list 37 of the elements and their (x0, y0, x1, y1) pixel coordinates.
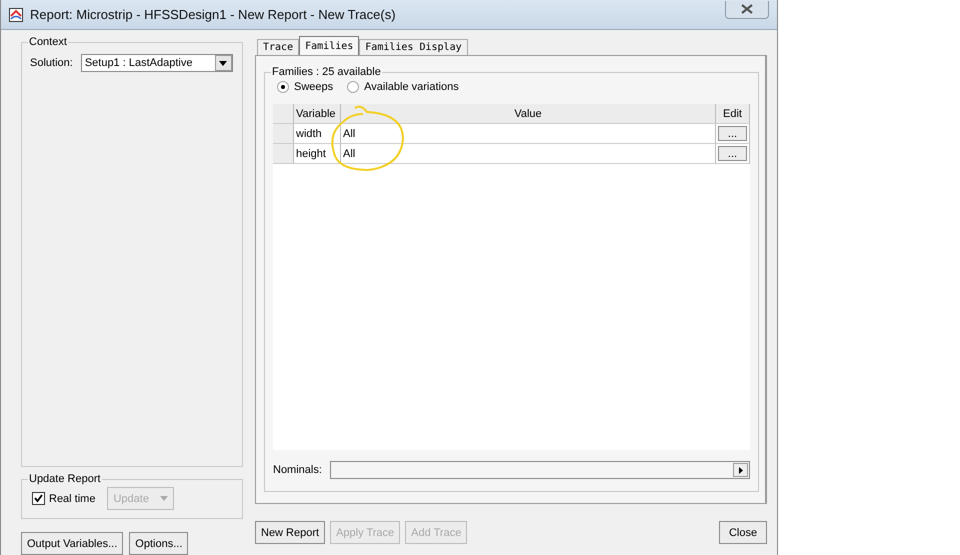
edit-button[interactable]: ... (718, 146, 747, 161)
dialog-button[interactable]: New Report (255, 521, 326, 544)
field-label: Nominals: (273, 464, 322, 476)
caret-icon (160, 496, 168, 501)
radio-button[interactable] (347, 81, 360, 93)
dropdown-arrow-icon (219, 60, 228, 66)
dialog-button[interactable]: Output Variables... (21, 532, 124, 555)
nominals-field[interactable] (330, 461, 750, 479)
app-icon (9, 8, 23, 22)
dialog-button[interactable]: Options... (129, 532, 188, 555)
row-header (273, 104, 294, 124)
solution-dropdown[interactable]: Setup1 : LastAdaptive (80, 54, 233, 72)
group-label: Families : 25 available (271, 66, 382, 78)
real-time-checkbox[interactable] (32, 492, 45, 505)
tab[interactable]: Families Display (359, 39, 468, 55)
table-cell: All (341, 144, 716, 164)
tab[interactable]: Trace (257, 39, 300, 55)
window-title: Report: Microstrip - HFSSDesign1 - New Report - New Trace(s) (30, 7, 397, 22)
checkbox-label: Real time (49, 492, 96, 504)
table-cell: All (341, 124, 716, 144)
right-arrow-icon (738, 466, 742, 474)
close-icon[interactable] (725, 0, 769, 18)
table-cell: width (294, 124, 341, 144)
field-label: Solution: (30, 57, 73, 69)
edit-button[interactable]: ... (718, 126, 747, 141)
column-header: Variable (294, 104, 341, 124)
close-button[interactable]: Close (719, 521, 767, 544)
column-header: Value (341, 104, 716, 124)
radio-label: Available variations (364, 81, 459, 93)
group-label: Context (28, 36, 68, 48)
tab[interactable]: Families (299, 36, 360, 55)
scroll-right-button[interactable] (733, 463, 748, 477)
column-header: Edit (716, 104, 750, 124)
table-cell: height (294, 144, 341, 164)
radio-button[interactable] (277, 81, 289, 93)
radio-label: Sweeps (294, 81, 334, 93)
group-label: Update Report (28, 473, 102, 485)
